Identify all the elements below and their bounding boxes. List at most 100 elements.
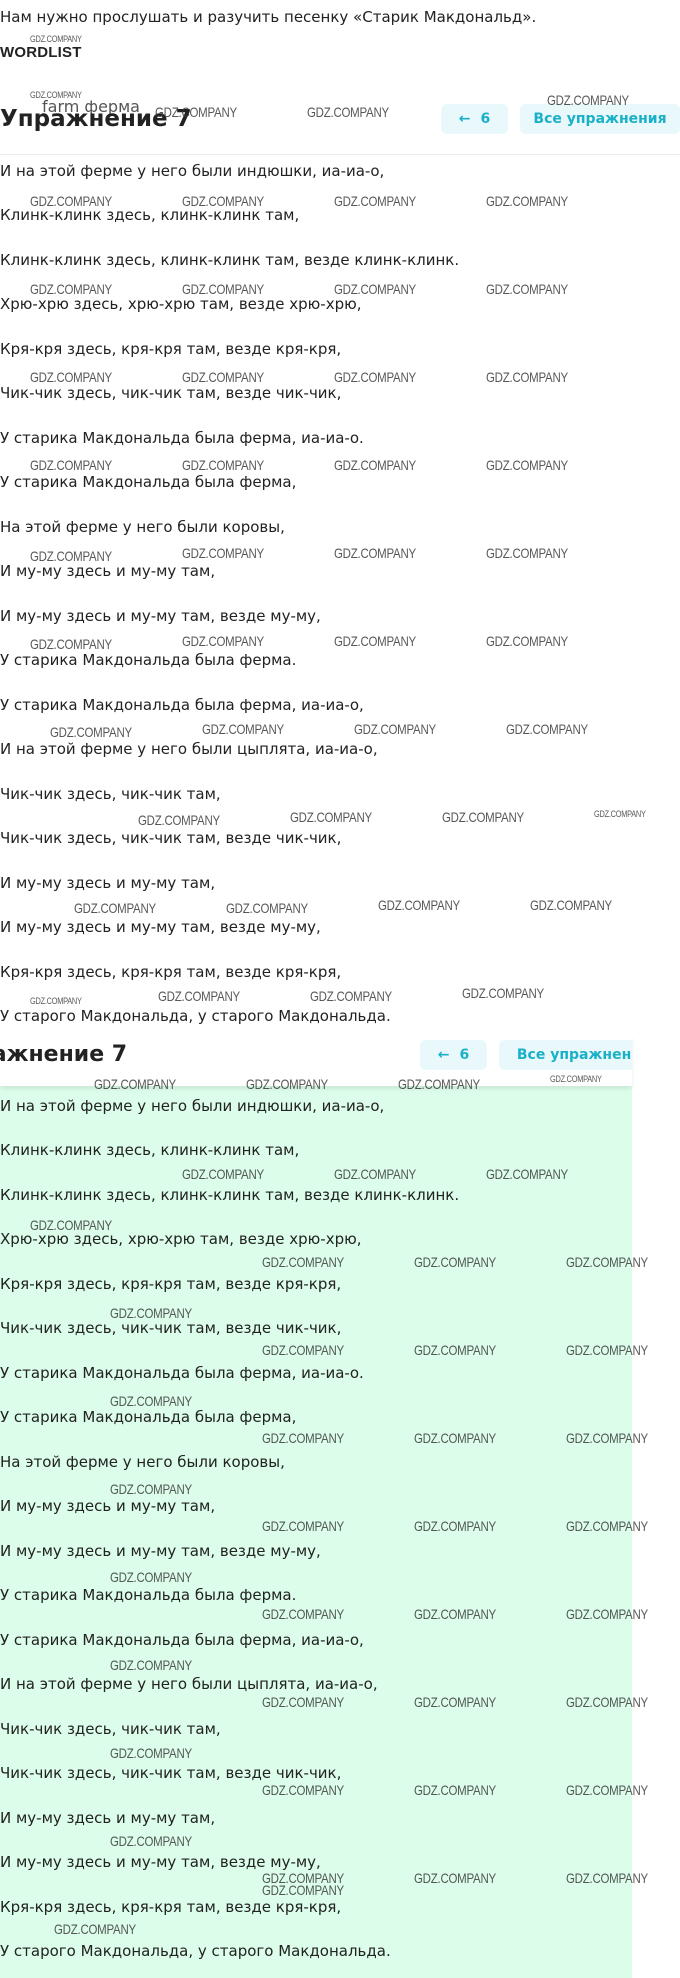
answer-line: И му-му здесь и му-му там,: [0, 1497, 216, 1515]
watermark: GDZ.COMPANY: [334, 281, 416, 297]
intro-text: Нам нужно прослушать и разучить песенку …: [0, 8, 537, 26]
watermark: GDZ.COMPANY: [486, 1166, 568, 1182]
watermark: GDZ.COMPANY: [334, 545, 416, 561]
answer-line: И на этой ферме у него были индюшки, иа-…: [0, 1097, 385, 1115]
watermark: GDZ.COMPANY: [566, 1254, 648, 1270]
watermark: GDZ.COMPANY: [182, 545, 264, 561]
watermark: GDZ.COMPANY: [462, 985, 544, 1001]
song-line: У старого Макдональда, у старого Макдона…: [0, 1007, 391, 1025]
answer-line: У старика Макдональда была ферма.: [0, 1586, 297, 1604]
watermark: GDZ.COMPANY: [110, 1745, 192, 1761]
watermark: GDZ.COMPANY: [486, 457, 568, 473]
answer-line: И му-му здесь и му-му там,: [0, 1809, 216, 1827]
watermark: GDZ.COMPANY: [334, 1166, 416, 1182]
watermark: GDZ.COMPANY: [110, 1481, 192, 1497]
watermark: GDZ.COMPANY: [155, 104, 237, 120]
watermark: GDZ.COMPANY: [182, 193, 264, 209]
exercise-title: ражнение 7: [0, 1042, 128, 1067]
song-line: И му-му здесь и му-му там, везде му-му,: [0, 607, 321, 625]
watermark: GDZ.COMPANY: [30, 1217, 112, 1233]
watermark: GDZ.COMPANY: [262, 1342, 344, 1358]
watermark: GDZ.COMPANY: [138, 812, 220, 828]
watermark: GDZ.COMPANY: [566, 1606, 648, 1622]
watermark: GDZ.COMPANY: [378, 897, 460, 913]
answer-line: На этой ферме у него были коровы,: [0, 1453, 285, 1471]
watermark: GDZ.COMPANY: [486, 369, 568, 385]
prev-exercise-button[interactable]: ← 6: [441, 104, 508, 134]
song-line: И му-му здесь и му-му там, везде му-му,: [0, 918, 321, 936]
answer-line: Чик-чик здесь, чик-чик там, везде чик-чи…: [0, 1764, 342, 1782]
watermark: GDZ.COMPANY: [246, 1076, 328, 1092]
watermark: GDZ.COMPANY: [566, 1518, 648, 1534]
song-line: Чик-чик здесь, чик-чик там,: [0, 785, 221, 803]
watermark: GDZ.COMPANY: [110, 1833, 192, 1849]
watermark: GDZ.COMPANY: [414, 1782, 496, 1798]
watermark: GDZ.COMPANY: [442, 809, 524, 825]
arrow-left-icon: ←: [437, 1047, 450, 1063]
answer-line: И му-му здесь и му-му там, везде му-му,: [0, 1542, 321, 1560]
prev-exercise-button[interactable]: ← 6: [420, 1040, 487, 1070]
answer-line: У старика Макдональда была ферма,: [0, 1408, 297, 1426]
watermark: GDZ.COMPANY: [506, 721, 588, 737]
watermark: GDZ.COMPANY: [354, 721, 436, 737]
watermark: GDZ.COMPANY: [262, 1430, 344, 1446]
watermark: GDZ.COMPANY: [262, 1606, 344, 1622]
watermark: GDZ.COMPANY: [414, 1870, 496, 1886]
watermark: GDZ.COMPANY: [158, 988, 240, 1004]
answer-line: У старика Макдональда была ферма, иа-иа-…: [0, 1631, 364, 1649]
watermark: GDZ.COMPANY: [566, 1342, 648, 1358]
watermark: GDZ.COMPANY: [486, 545, 568, 561]
prev-exercise-number: 6: [480, 111, 491, 127]
watermark: GDZ.COMPANY: [310, 988, 392, 1004]
watermark: GDZ.COMPANY: [486, 281, 568, 297]
watermark: GDZ.COMPANY: [30, 34, 82, 44]
song-line: Хрю-хрю здесь, хрю-хрю там, везде хрю-хр…: [0, 295, 362, 313]
watermark: GDZ.COMPANY: [414, 1694, 496, 1710]
song-line: Кря-кря здесь, кря-кря там, везде кря-кр…: [0, 963, 342, 981]
watermark: GDZ.COMPANY: [30, 636, 112, 652]
watermark: GDZ.COMPANY: [30, 90, 82, 100]
watermark: GDZ.COMPANY: [182, 1166, 264, 1182]
watermark: GDZ.COMPANY: [566, 1694, 648, 1710]
watermark: GDZ.COMPANY: [182, 457, 264, 473]
all-exercises-button[interactable]: Все упражнени: [499, 1040, 632, 1070]
song-line: Чик-чик здесь, чик-чик там, везде чик-чи…: [0, 384, 342, 402]
watermark: GDZ.COMPANY: [262, 1782, 344, 1798]
wordlist-label: WORDLIST: [0, 44, 82, 61]
song-line: И на этой ферме у него были цыплята, иа-…: [0, 740, 378, 758]
watermark: GDZ.COMPANY: [30, 193, 112, 209]
answer-line: У старика Макдональда была ферма, иа-иа-…: [0, 1364, 364, 1382]
watermark: GDZ.COMPANY: [550, 1074, 602, 1084]
watermark: GDZ.COMPANY: [74, 900, 156, 916]
watermark: GDZ.COMPANY: [594, 809, 646, 819]
song-line: У старика Макдональда была ферма, иа-иа-…: [0, 696, 364, 714]
watermark: GDZ.COMPANY: [290, 809, 372, 825]
watermark: GDZ.COMPANY: [30, 281, 112, 297]
all-exercises-button[interactable]: Все упражнения: [520, 104, 680, 134]
song-line: И му-му здесь и му-му там,: [0, 562, 216, 580]
watermark: GDZ.COMPANY: [54, 1921, 136, 1937]
answer-line: И на этой ферме у него были цыплята, иа-…: [0, 1675, 378, 1693]
watermark: GDZ.COMPANY: [110, 1569, 192, 1585]
watermark: GDZ.COMPANY: [398, 1076, 480, 1092]
watermark: GDZ.COMPANY: [486, 193, 568, 209]
watermark: GDZ.COMPANY: [486, 633, 568, 649]
watermark: GDZ.COMPANY: [262, 1518, 344, 1534]
watermark: GDZ.COMPANY: [262, 1254, 344, 1270]
song-line: И му-му здесь и му-му там,: [0, 874, 216, 892]
song-line: И на этой ферме у него были индюшки, иа-…: [0, 162, 385, 180]
watermark: GDZ.COMPANY: [414, 1342, 496, 1358]
prev-exercise-number: 6: [459, 1047, 470, 1063]
song-line: Кря-кря здесь, кря-кря там, везде кря-кр…: [0, 340, 342, 358]
watermark: GDZ.COMPANY: [110, 1393, 192, 1409]
watermark: GDZ.COMPANY: [334, 369, 416, 385]
watermark: GDZ.COMPANY: [414, 1518, 496, 1534]
watermark: GDZ.COMPANY: [94, 1076, 176, 1092]
watermark: GDZ.COMPANY: [110, 1305, 192, 1321]
watermark: GDZ.COMPANY: [530, 897, 612, 913]
watermark: GDZ.COMPANY: [182, 633, 264, 649]
answer-line: Клинк-клинк здесь, клинк-клинк там, везд…: [0, 1186, 460, 1204]
answer-line: И му-му здесь и му-му там, везде му-му,: [0, 1853, 321, 1871]
watermark: GDZ.COMPANY: [566, 1870, 648, 1886]
answer-line: Кря-кря здесь, кря-кря там, везде кря-кр…: [0, 1898, 342, 1916]
